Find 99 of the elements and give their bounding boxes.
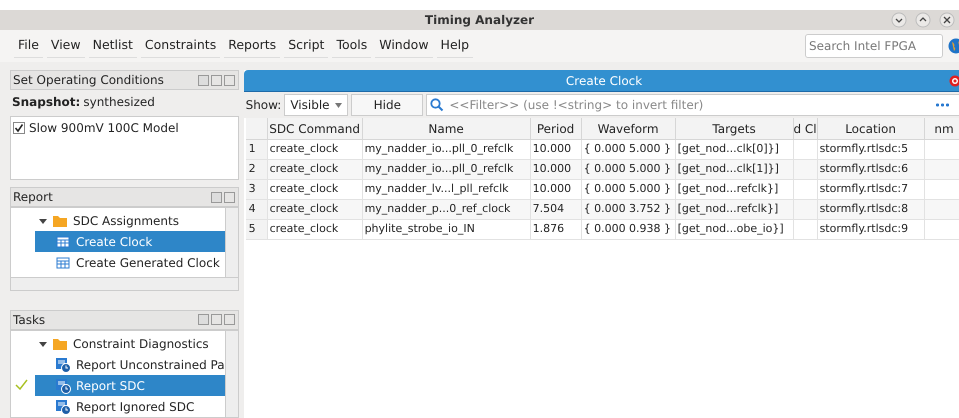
tree-item-label[interactable]: Create Clock: [76, 232, 152, 251]
table-cell: phylite_strobe_io_IN: [362, 220, 531, 240]
target-icon[interactable]: [948, 75, 959, 87]
table-cell: stormfly.rtlsdc:9: [818, 220, 925, 240]
expand-arrow-icon[interactable]: [39, 340, 47, 348]
table-cell: [794, 200, 818, 220]
model-label: Slow 900mV 100C Model: [29, 120, 179, 137]
table-cell: [get_nod...refclk}]: [676, 200, 794, 220]
row-number: 2: [246, 160, 268, 180]
window-title: Timing Analyzer: [424, 12, 534, 29]
menu-item[interactable]: Reports: [224, 34, 280, 58]
row-number: 1: [246, 140, 268, 160]
table-cell: [get_nod...obe_io}]: [676, 220, 794, 240]
table-cell: my_nadder_io...pll_0_refclk: [362, 160, 531, 180]
menu-item[interactable]: Netlist: [88, 34, 137, 58]
tree-item-label[interactable]: SDC Assignments: [73, 212, 179, 230]
table-cell: 7.504: [530, 200, 582, 220]
column-header[interactable]: Period: [530, 118, 582, 140]
tree-item-label[interactable]: Report SDC: [76, 376, 145, 394]
checkbox[interactable]: [13, 122, 25, 134]
expand-arrow-icon[interactable]: [39, 216, 47, 225]
tree-item-label[interactable]: Create Generated Clock: [76, 254, 220, 272]
table-cell: [924, 200, 959, 220]
table-cell: [794, 140, 818, 160]
filter-field[interactable]: <<Filter>> (use !<string> to invert filter): [426, 94, 959, 116]
row-number: 5: [246, 220, 268, 240]
column-header[interactable]: Location: [818, 118, 925, 140]
table-cell: my_nadder_p...0_ref_clock: [362, 200, 531, 220]
maximize-icon[interactable]: [915, 12, 931, 28]
table-cell: stormfly.rtlsdc:5: [818, 140, 925, 160]
table-cell: create_clock: [268, 200, 363, 220]
table-cell: stormfly.rtlsdc:6: [818, 160, 925, 180]
more-icon[interactable]: [934, 103, 949, 107]
row-number: 3: [246, 180, 268, 200]
table-cell: create_clock: [268, 160, 363, 180]
menu-item[interactable]: Tools: [332, 34, 372, 58]
table-cell: { 0.000 5.000 }: [582, 180, 676, 200]
table-cell: create_clock: [268, 180, 363, 200]
table-cell: [924, 180, 959, 200]
table-cell: 10.000: [530, 160, 582, 180]
table-cell: [924, 160, 959, 180]
dropdown-arrow-icon: [335, 102, 342, 108]
column-header[interactable]: nm: [924, 118, 959, 140]
table-icon: [55, 234, 71, 250]
table-cell: stormfly.rtlsdc:8: [818, 200, 925, 220]
menu-item[interactable]: File: [14, 34, 43, 58]
column-header[interactable]: SDC Command: [268, 118, 363, 140]
table-cell: 10.000: [530, 180, 582, 200]
row-number: 4: [246, 200, 268, 220]
selected-row[interactable]: Report SDC: [35, 375, 225, 396]
menu-item[interactable]: Script: [284, 34, 328, 58]
table-cell: [get_nod...refclk}]: [676, 180, 794, 200]
menu-item[interactable]: Constraints: [140, 34, 220, 58]
table-cell: { 0.000 5.000 }: [582, 140, 676, 160]
minimize-icon[interactable]: [891, 12, 907, 28]
menu-item[interactable]: Window: [375, 34, 433, 58]
table-cell: { 0.000 3.752 }: [582, 200, 676, 220]
tree-item-label[interactable]: Report Unconstrained Pa: [76, 356, 225, 374]
column-header[interactable]: Name: [362, 118, 531, 140]
table-cell: stormfly.rtlsdc:7: [818, 180, 925, 200]
menu-item[interactable]: Help: [436, 34, 474, 58]
table-cell: my_nadder_io...pll_0_refclk: [362, 140, 531, 160]
selected-row[interactable]: Create Clock: [35, 231, 225, 252]
show-label: Show:: [246, 97, 282, 114]
table-cell: my_nadder_lv...l_pll_refclk: [362, 180, 531, 200]
table-cell: create_clock: [268, 220, 363, 240]
panel-title: Tasks: [13, 312, 46, 329]
table-cell: create_clock: [268, 140, 363, 160]
panel-title: Report: [13, 189, 53, 206]
table-cell: { 0.000 0.938 }: [582, 220, 676, 240]
hide-button[interactable]: Hide: [351, 94, 424, 116]
clock-report-icon: [55, 378, 71, 394]
table-cell: [get_nod...clk[0]}]: [676, 140, 794, 160]
table-cell: [924, 140, 959, 160]
snapshot-label: Snapshot:: [12, 94, 80, 112]
column-header[interactable]: Targets: [676, 118, 794, 140]
table-cell: [794, 220, 818, 240]
snapshot-value: synthesized: [83, 94, 155, 112]
tree-item-label[interactable]: Constraint Diagnostics: [73, 334, 209, 352]
search-icon: [430, 98, 444, 112]
tree-item-label[interactable]: Report Ignored SDC: [76, 398, 194, 416]
scrollbar[interactable]: [224, 208, 238, 278]
show-dropdown[interactable]: Visible: [284, 94, 348, 116]
table-cell: 1.876: [530, 220, 582, 240]
table-cell: [794, 180, 818, 200]
column-header[interactable]: Waveform: [582, 118, 676, 140]
table-cell: [794, 160, 818, 180]
clock-report-icon: [55, 398, 71, 414]
scrollbar[interactable]: [224, 331, 238, 417]
search-field[interactable]: Search Intel FPGA: [805, 34, 943, 58]
table-cell: { 0.000 5.000 }: [582, 160, 676, 180]
column-header[interactable]: d Cl: [794, 118, 818, 140]
table-icon: [55, 254, 71, 271]
clock-report-icon: [55, 356, 71, 372]
panel-title: Set Operating Conditions: [13, 72, 164, 90]
menu-item[interactable]: View: [46, 34, 85, 58]
scrollbar[interactable]: [11, 277, 238, 290]
table-cell: 10.000: [530, 140, 582, 160]
table-cell: [get_nod...clk[1]}]: [676, 160, 794, 180]
